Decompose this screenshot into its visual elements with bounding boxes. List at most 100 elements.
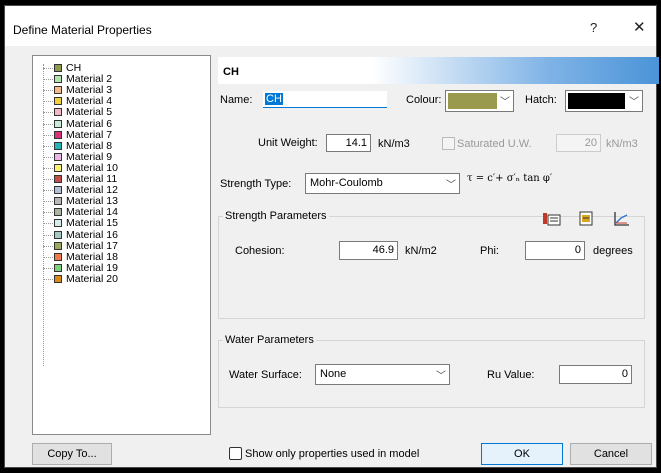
tree-item-material[interactable]: Material 7 (33, 129, 203, 141)
material-color-swatch (54, 108, 62, 117)
colour-swatch (448, 93, 497, 109)
tree-connector (43, 245, 53, 247)
colour-picker[interactable]: ﹀ (445, 90, 514, 112)
material-label: Material 20 (66, 272, 118, 285)
material-color-swatch (54, 152, 62, 161)
tree-item-material[interactable]: CH (33, 62, 203, 74)
unit-weight-input[interactable]: 14.1 (326, 134, 371, 152)
material-header: CH (218, 57, 659, 84)
tree-item-material[interactable]: Material 6 (33, 118, 203, 130)
phi-label: Phi: (480, 245, 499, 257)
ru-value-input[interactable]: 0 (559, 365, 632, 384)
tree-item-material[interactable]: Material 16 (33, 229, 203, 241)
strength-function-icon[interactable] (540, 209, 564, 229)
name-input-value: CH (265, 93, 283, 105)
copy-to-button[interactable]: Copy To... (32, 443, 112, 465)
tree-connector (43, 190, 53, 192)
tree-connector (43, 223, 53, 225)
material-color-swatch (54, 141, 62, 150)
tree-connector (43, 179, 53, 180)
material-color-swatch (54, 64, 62, 72)
water-parameters-title: Water Parameters (223, 334, 316, 346)
material-color-swatch (54, 274, 62, 283)
chevron-down-icon: ﹀ (629, 97, 639, 108)
tree-item-material[interactable]: Material 11 (33, 173, 203, 185)
strength-type-value: Mohr-Coulomb (310, 177, 383, 189)
tree-connector (43, 123, 53, 125)
strength-plot-icon[interactable] (610, 209, 634, 229)
strength-type-select[interactable]: Mohr-Coulomb ﹀ (305, 173, 460, 194)
saturated-input[interactable]: 20 (556, 134, 601, 152)
chevron-down-icon: ﹀ (500, 97, 510, 108)
phi-unit: degrees (593, 245, 633, 257)
material-color-swatch (54, 263, 62, 272)
water-parameters-group: Water Parameters Water Surface: None ﹀ R… (218, 334, 645, 408)
tree-item-material[interactable]: Material 20 (33, 272, 203, 285)
dialog-title: Define Material Properties (13, 23, 152, 37)
material-color-swatch (54, 175, 62, 183)
tree-item-material[interactable]: Material 9 (33, 151, 203, 163)
material-header-label: CH (223, 66, 239, 78)
strength-table-icon[interactable] (575, 209, 599, 229)
tree-item-material[interactable]: Material 2 (33, 73, 203, 85)
cancel-button[interactable]: Cancel (570, 443, 652, 465)
tree-item-material[interactable]: Material 3 (33, 84, 203, 96)
material-color-swatch (54, 75, 62, 84)
hatch-picker[interactable]: ﹀ (565, 90, 643, 112)
cohesion-label: Cohesion: (235, 245, 285, 257)
cohesion-input[interactable]: 46.9 (339, 241, 398, 260)
tree-item-material[interactable]: Material 10 (33, 162, 203, 174)
tree-item-material[interactable]: Material 19 (33, 262, 203, 274)
phi-input[interactable]: 0 (525, 241, 585, 260)
hatch-swatch (568, 93, 625, 109)
material-color-swatch (54, 252, 62, 261)
water-surface-value: None (320, 368, 347, 380)
close-button[interactable]: ✕ (633, 18, 646, 36)
help-button[interactable]: ? (590, 20, 597, 35)
chevron-down-icon: ﹀ (436, 371, 446, 382)
tree-connector (43, 90, 53, 92)
tree-connector (43, 201, 53, 203)
material-color-swatch (54, 86, 62, 95)
colour-label: Colour: (406, 94, 442, 106)
tree-connector (43, 101, 53, 103)
tree-connector (43, 267, 53, 269)
water-surface-select[interactable]: None ﹀ (315, 364, 450, 385)
tree-connector (43, 278, 53, 280)
material-color-swatch (54, 219, 62, 228)
saturated-label: Saturated U.W. (457, 138, 532, 150)
tree-item-material[interactable]: Material 14 (33, 206, 203, 218)
tree-item-material[interactable]: Material 13 (33, 195, 203, 207)
tree-connector (43, 167, 53, 169)
strength-parameters-group: Strength Parameters Cohesion: 46.9 kN/m2… (218, 210, 645, 319)
tree-item-material[interactable]: Material 17 (33, 240, 203, 252)
tree-connector (43, 112, 53, 114)
material-tree[interactable]: CH Material 2 Material 3 Material 4 Material… (32, 55, 211, 435)
name-input[interactable]: CH (263, 91, 387, 108)
tree-item-material[interactable]: Material 4 (33, 95, 203, 107)
tree-item-material[interactable]: Material 15 (33, 217, 203, 229)
saturated-unit: kN/m3 (606, 138, 638, 150)
tree-item-material[interactable]: Material 5 (33, 106, 203, 118)
ru-value-label: Ru Value: (487, 369, 535, 381)
tree-connector (43, 256, 53, 258)
tree-item-material[interactable]: Material 18 (33, 251, 203, 263)
water-surface-label: Water Surface: (229, 369, 302, 381)
unit-weight-label: Unit Weight: (258, 137, 318, 149)
tree-connector (43, 234, 53, 236)
tree-connector (43, 212, 53, 214)
show-only-label: Show only properties used in model (245, 448, 420, 460)
hatch-label: Hatch: (525, 94, 557, 106)
show-only-checkbox[interactable] (229, 447, 242, 460)
material-color-swatch (54, 230, 62, 239)
ok-button[interactable]: OK (481, 443, 563, 465)
title-bar: Define Material Properties ? ✕ (5, 6, 656, 46)
material-color-swatch (54, 130, 62, 139)
material-color-swatch (54, 241, 62, 250)
tree-item-material[interactable]: Material 12 (33, 184, 203, 196)
strength-parameters-title: Strength Parameters (223, 210, 329, 222)
tree-item-material[interactable]: Material 8 (33, 140, 203, 152)
saturated-checkbox[interactable] (442, 137, 455, 150)
tree-connector (43, 145, 53, 147)
material-color-swatch (54, 186, 62, 195)
